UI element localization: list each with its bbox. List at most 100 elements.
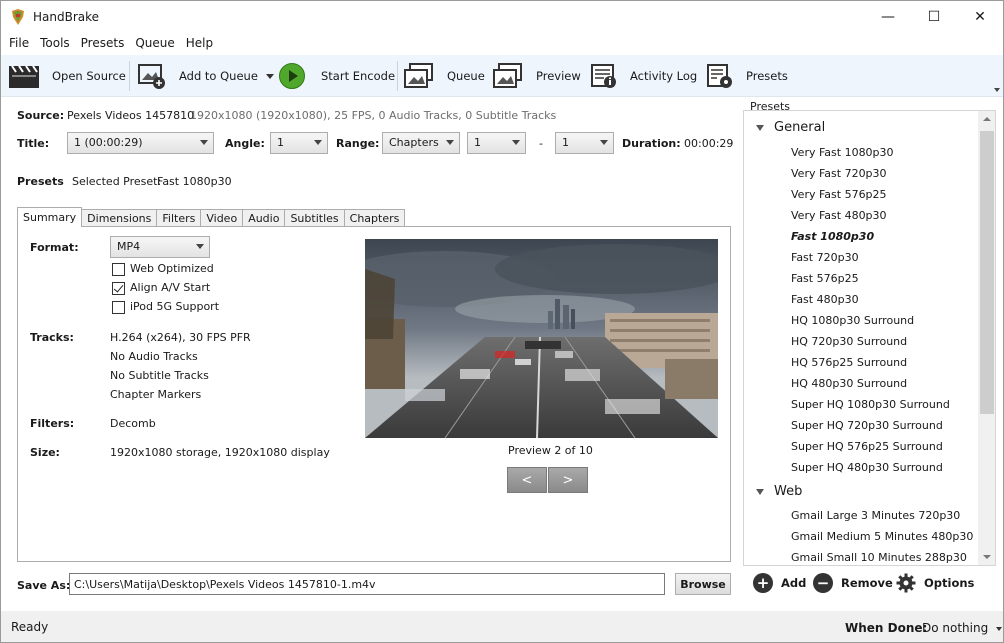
chevron-down-icon xyxy=(196,244,204,249)
align-av-checkbox[interactable] xyxy=(112,282,125,295)
preset-item[interactable]: Very Fast 576p25 xyxy=(791,188,887,201)
scroll-up-icon[interactable] xyxy=(983,117,991,121)
menu-help[interactable]: Help xyxy=(182,33,217,55)
when-done-label: When Done: xyxy=(845,621,928,635)
chevron-down-icon xyxy=(600,140,608,145)
title-dropdown[interactable]: 1 (00:00:29) xyxy=(67,132,214,154)
range-start-dropdown[interactable]: 1 xyxy=(467,132,526,154)
preset-item[interactable]: Super HQ 480p30 Surround xyxy=(791,461,943,474)
preview-button[interactable]: Preview xyxy=(492,55,581,97)
ipod-support-checkbox[interactable] xyxy=(112,301,125,314)
size-label: Size: xyxy=(30,446,60,459)
menu-tools[interactable]: Tools xyxy=(36,33,74,55)
preset-item[interactable]: Fast 720p30 xyxy=(791,251,859,264)
presets-tree[interactable]: General Very Fast 1080p30 Very Fast 720p… xyxy=(743,110,996,566)
chevron-down-icon xyxy=(996,626,1003,631)
menu-presets[interactable]: Presets xyxy=(77,33,129,55)
track-chapters: Chapter Markers xyxy=(110,388,202,401)
activity-log-icon xyxy=(591,64,616,88)
preset-item[interactable]: Very Fast 480p30 xyxy=(791,209,887,222)
duration-value: 00:00:29 xyxy=(684,137,734,150)
preset-item[interactable]: Gmail Small 10 Minutes 288p30 xyxy=(791,551,967,564)
preset-item[interactable]: Fast 576p25 xyxy=(791,272,859,285)
maximize-icon: ☐ xyxy=(927,8,941,25)
source-label: Source: xyxy=(17,109,65,122)
queue-button[interactable]: Queue xyxy=(403,55,485,97)
preset-item[interactable]: HQ 720p30 Surround xyxy=(791,335,907,348)
preset-item[interactable]: Gmail Medium 5 Minutes 480p30 xyxy=(791,530,973,543)
preset-options-button[interactable]: Options xyxy=(896,572,974,594)
format-dropdown[interactable]: MP4 xyxy=(110,236,210,258)
format-value: MP4 xyxy=(117,240,141,253)
preset-item[interactable]: HQ 1080p30 Surround xyxy=(791,314,914,327)
preset-item[interactable]: Gmail Large 3 Minutes 720p30 xyxy=(791,509,960,522)
activity-log-button[interactable]: Activity Log xyxy=(590,55,697,97)
tab-summary[interactable]: Summary xyxy=(17,207,83,227)
preset-item[interactable]: HQ 480p30 Surround xyxy=(791,377,907,390)
tab-audio[interactable]: Audio xyxy=(242,209,286,227)
scrollbar-thumb[interactable] xyxy=(980,131,994,414)
tab-video[interactable]: Video xyxy=(200,209,244,227)
when-done-dropdown[interactable]: Do nothing xyxy=(922,621,1003,635)
chevron-down-icon xyxy=(314,140,322,145)
web-optimized-checkbox[interactable] xyxy=(112,263,125,276)
angle-label: Angle: xyxy=(225,137,265,150)
angle-dropdown[interactable]: 1 xyxy=(270,132,328,154)
presets-scrollbar[interactable] xyxy=(978,111,995,565)
queue-icon xyxy=(404,63,433,88)
close-button[interactable]: ✕ xyxy=(957,1,1003,32)
tab-chapters[interactable]: Chapters xyxy=(343,209,406,227)
preview-next-button[interactable]: > xyxy=(548,467,588,493)
maximize-button[interactable]: ☐ xyxy=(911,1,957,32)
menu-queue[interactable]: Queue xyxy=(131,33,178,55)
presets-toolbar-label: Presets xyxy=(746,69,788,83)
plus-icon: + xyxy=(753,573,773,593)
preset-item[interactable]: Very Fast 720p30 xyxy=(791,167,887,180)
preset-group-general[interactable]: General xyxy=(756,120,825,135)
preset-item[interactable]: Super HQ 576p25 Surround xyxy=(791,440,943,453)
range-separator: - xyxy=(539,137,543,150)
browse-button[interactable]: Browse xyxy=(675,573,731,595)
track-subtitles: No Subtitle Tracks xyxy=(110,369,209,382)
menu-file[interactable]: File xyxy=(5,33,33,55)
preview-prev-button[interactable]: < xyxy=(507,467,547,493)
start-encode-button[interactable]: Start Encode xyxy=(278,55,395,97)
open-source-button[interactable]: Open Source xyxy=(8,55,126,97)
presets-toolbar-button[interactable]: Presets xyxy=(706,55,788,97)
preset-item[interactable]: Very Fast 1080p30 xyxy=(791,146,894,159)
toolbar-overflow-icon[interactable] xyxy=(994,88,1000,92)
summary-panel: Format: MP4 Web Optimized Align A/V Star… xyxy=(17,226,731,562)
chevron-right-icon: > xyxy=(562,472,574,488)
remove-preset-button[interactable]: − Remove xyxy=(813,572,893,594)
preset-item[interactable]: Fast 480p30 xyxy=(791,293,859,306)
add-preset-button[interactable]: + Add xyxy=(753,572,806,594)
add-to-queue-button[interactable]: Add to Queue xyxy=(137,55,274,97)
source-details: 1920x1080 (1920x1080), 25 FPS, 0 Audio T… xyxy=(190,109,557,122)
tab-filters[interactable]: Filters xyxy=(156,209,202,227)
chevron-down-icon[interactable] xyxy=(265,73,274,79)
settings-tabs: Summary Dimensions Filters Video Audio S… xyxy=(17,207,406,227)
align-av-label: Align A/V Start xyxy=(130,281,211,294)
tab-subtitles[interactable]: Subtitles xyxy=(284,209,345,227)
preset-item[interactable]: Super HQ 720p30 Surround xyxy=(791,419,943,432)
range-type-dropdown[interactable]: Chapters xyxy=(382,132,460,154)
preview-icon xyxy=(493,63,522,88)
title-label: Title: xyxy=(17,137,50,150)
selected-preset-label: Selected Preset: xyxy=(72,175,162,188)
range-end-dropdown[interactable]: 1 xyxy=(555,132,614,154)
chevron-down-icon xyxy=(512,140,520,145)
save-as-input[interactable]: C:\Users\Matija\Desktop\Pexels Videos 14… xyxy=(69,573,665,595)
scroll-down-icon[interactable] xyxy=(983,555,991,559)
clapperboard-icon xyxy=(9,65,39,88)
preset-item[interactable]: Super HQ 1080p30 Surround xyxy=(791,398,950,411)
expand-triangle-icon[interactable] xyxy=(756,124,764,131)
minimize-button[interactable]: — xyxy=(865,1,911,32)
preview-label: Preview xyxy=(536,69,581,83)
expand-triangle-icon[interactable] xyxy=(756,488,764,495)
tab-dimensions[interactable]: Dimensions xyxy=(81,209,158,227)
preset-item-selected[interactable]: Fast 1080p30 xyxy=(791,230,874,243)
preset-item[interactable]: HQ 576p25 Surround xyxy=(791,356,907,369)
preset-group-web[interactable]: Web xyxy=(756,484,802,499)
save-as-label: Save As: xyxy=(17,579,71,592)
play-icon xyxy=(279,63,305,89)
